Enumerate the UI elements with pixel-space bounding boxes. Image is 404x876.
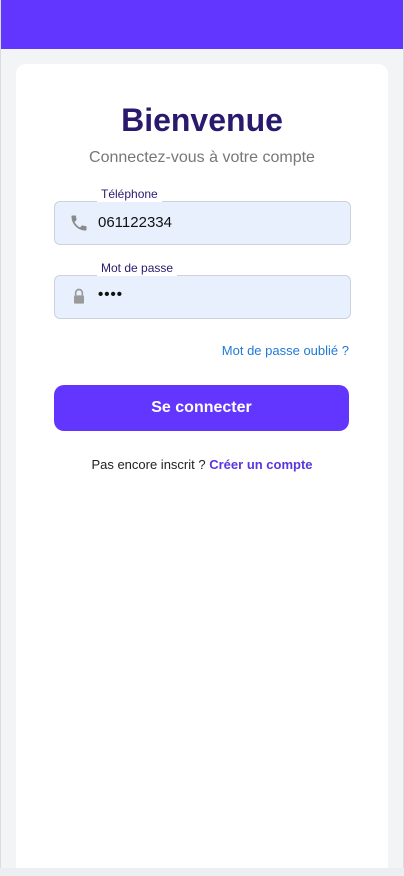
page-title: Bienvenue	[121, 102, 283, 138]
frame-edge-left	[0, 0, 1, 876]
lock-icon	[69, 287, 89, 307]
create-account-link[interactable]: Créer un compte	[209, 457, 312, 472]
signup-prompt: Pas encore inscrit ?	[91, 457, 206, 472]
bottom-strip	[0, 868, 404, 876]
phone-field-label: Téléphone	[97, 186, 162, 202]
login-card: Bienvenue Connectez-vous à votre compte …	[16, 64, 388, 876]
phone-input[interactable]: 061122334	[98, 214, 172, 231]
page-subtitle: Connectez-vous à votre compte	[89, 149, 315, 166]
signup-row: Pas encore inscrit ? Créer un compte	[16, 457, 388, 472]
phone-field[interactable]: Téléphone 061122334	[54, 186, 351, 245]
password-field[interactable]: Mot de passe ••••	[54, 260, 351, 319]
top-app-bar	[0, 0, 404, 49]
password-field-label: Mot de passe	[97, 260, 178, 276]
phone-icon	[69, 213, 89, 233]
forgot-password-link[interactable]: Mot de passe oublié ?	[222, 343, 349, 358]
password-input[interactable]: ••••	[98, 286, 123, 303]
login-button[interactable]: Se connecter	[54, 385, 349, 431]
